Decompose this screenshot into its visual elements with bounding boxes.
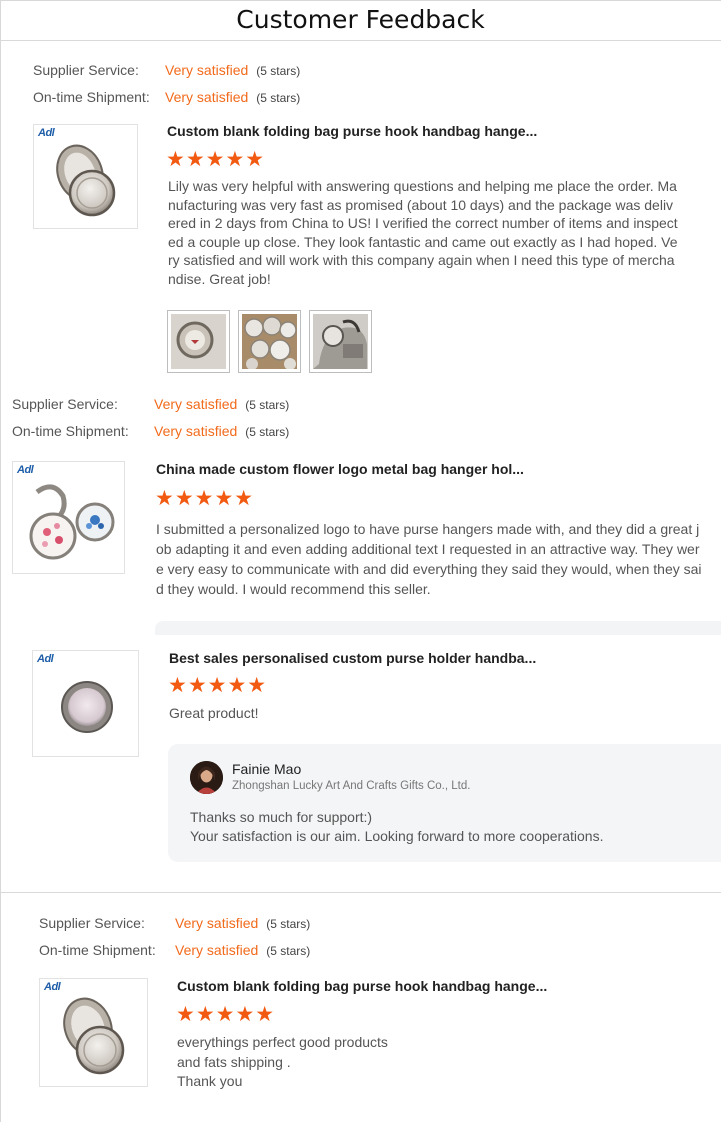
supplier-service-value: Very satisfied	[154, 396, 238, 412]
supplier-service-label: Supplier Service:	[33, 62, 139, 78]
reply-line: Thanks so much for support:)	[190, 809, 373, 825]
product-title-link[interactable]: China made custom flower logo metal bag …	[156, 461, 524, 477]
reply-text: Thanks so much for support:) Your satisf…	[190, 808, 603, 846]
brand-logo: Adl	[38, 127, 55, 139]
review-divider	[0, 892, 721, 893]
flower-bag-hanger-image	[29, 484, 115, 560]
reply-company-name: Zhongshan Lucky Art And Crafts Gifts Co.…	[232, 780, 471, 792]
product-title-link[interactable]: Custom blank folding bag purse hook hand…	[167, 123, 537, 139]
purse-hook-image	[63, 997, 125, 1075]
supplier-reply: Fainie Mao Zhongshan Lucky Art And Craft…	[168, 744, 721, 862]
supplier-service-value: Very satisfied	[165, 62, 249, 78]
product-title-link[interactable]: Best sales personalised custom purse hol…	[169, 650, 536, 666]
review-line: and fats shipping .	[177, 1053, 291, 1070]
brand-logo: Adl	[44, 981, 61, 993]
review-text: Lily was very helpful with answering que…	[168, 178, 678, 287]
rating-summary: Supplier Service: Very satisfied (5 stars)…	[33, 57, 300, 111]
product-thumbnail[interactable]: Adl	[39, 978, 148, 1087]
supplier-service-label: Supplier Service:	[12, 396, 118, 412]
review-line: everythings perfect good products	[177, 1034, 388, 1050]
brand-logo: Adl	[17, 464, 34, 476]
reply-author-name: Fainie Mao	[232, 761, 302, 777]
rating-summary: Supplier Service: Very satisfied (5 stars)…	[39, 910, 310, 964]
review-line: Thank you	[177, 1073, 243, 1089]
shipment-label: On-time Shipment:	[12, 423, 129, 439]
product-thumbnail[interactable]: Adl	[12, 461, 125, 574]
brand-logo: Adl	[37, 653, 54, 665]
product-title-link[interactable]: Custom blank folding bag purse hook hand…	[177, 978, 547, 994]
supplier-service-label: Supplier Service:	[39, 915, 145, 931]
supplier-service-stars: (5 stars)	[256, 64, 301, 78]
supplier-service-value: Very satisfied	[175, 915, 259, 931]
star-rating: ★★★★★	[176, 1003, 276, 1026]
page-title: Customer Feedback	[236, 5, 485, 34]
rating-summary: Supplier Service: Very satisfied (5 stars)…	[12, 391, 289, 445]
shipment-label: On-time Shipment:	[39, 942, 156, 958]
shipment-value: Very satisfied	[165, 89, 249, 105]
shipment-stars: (5 stars)	[256, 91, 301, 105]
section-separator	[155, 621, 721, 635]
shipment-value: Very satisfied	[175, 942, 259, 958]
shipment-stars: (5 stars)	[245, 425, 290, 439]
shipment-label: On-time Shipment:	[33, 89, 150, 105]
purse-hook-image	[56, 144, 116, 217]
review-text: everythings perfect good products and fa…	[177, 1033, 577, 1092]
review-photo[interactable]	[309, 310, 372, 373]
photo-compact-mirror	[171, 314, 226, 369]
photo-bag-hanger	[313, 314, 368, 369]
avatar	[190, 761, 223, 794]
avatar-image	[190, 761, 223, 794]
star-rating: ★★★★★	[168, 674, 268, 697]
review-photos	[167, 310, 372, 373]
review-text: Great product!	[169, 705, 259, 721]
supplier-service-stars: (5 stars)	[245, 398, 290, 412]
shipment-stars: (5 stars)	[266, 944, 311, 958]
supplier-service-stars: (5 stars)	[266, 917, 311, 931]
reply-line: Your satisfaction is our aim. Looking fo…	[190, 828, 604, 844]
review-text: I submitted a personalized logo to have …	[156, 521, 702, 597]
product-thumbnail[interactable]: Adl	[32, 650, 139, 757]
page-header: Customer Feedback	[0, 0, 721, 41]
product-thumbnail[interactable]: Adl	[33, 124, 138, 229]
photo-product-pile	[242, 314, 297, 369]
review-photo[interactable]	[167, 310, 230, 373]
shipment-value: Very satisfied	[154, 423, 238, 439]
purse-holder-image	[61, 681, 113, 733]
review-photo[interactable]	[238, 310, 301, 373]
star-rating: ★★★★★	[166, 148, 266, 171]
star-rating: ★★★★★	[155, 487, 255, 510]
